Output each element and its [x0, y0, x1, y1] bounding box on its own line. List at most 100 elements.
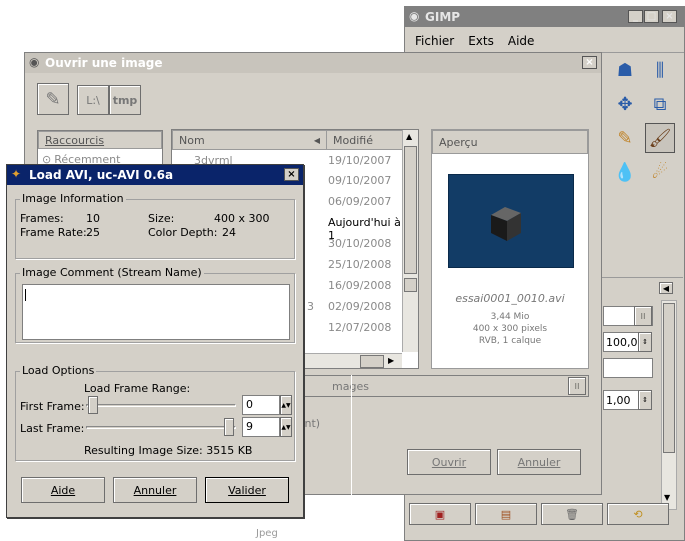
preview-header: Aperçu [432, 130, 588, 154]
last-frame-input[interactable]: 9 [242, 417, 280, 437]
menu-fichier[interactable]: Fichier [415, 34, 454, 48]
scroll-right-icon[interactable]: ▶ [388, 356, 394, 365]
open-cancel-label: Annuler [517, 455, 561, 469]
blur-tool-icon[interactable]: 💧 [610, 157, 640, 187]
row-modified: 09/10/2007 [328, 174, 392, 187]
avi-titlebar[interactable]: ✦ Load AVI, uc-AVI 0.6a × [7, 165, 303, 185]
open-dialog-titlebar[interactable]: ◉ Ouvrir une image × [25, 53, 601, 73]
scroll-up-icon[interactable]: ▲ [406, 132, 412, 141]
file-list-vthumb-bottom[interactable] [404, 278, 417, 292]
scroll-down-icon[interactable]: ▼ [664, 493, 670, 502]
measure-tool-icon[interactable]: ⫼ [645, 55, 675, 85]
comment-textarea[interactable] [22, 284, 290, 340]
first-frame-value: 0 [246, 398, 253, 411]
image-info-title: Image Information [20, 192, 126, 205]
hscroll-thumb[interactable] [360, 355, 384, 368]
row-modified: 12/07/2008 [328, 321, 392, 334]
options-scroll-thumb[interactable] [663, 303, 675, 453]
comment-title: Image Comment (Stream Name) [20, 266, 204, 279]
avi-cancel-button[interactable]: Annuler [113, 477, 197, 503]
row-modified: 25/10/2008 [328, 258, 392, 271]
close-button[interactable]: × [662, 10, 677, 23]
menu-aide[interactable]: Aide [508, 34, 535, 48]
opacity-value: 100,0 [606, 336, 638, 349]
file-list-vthumb[interactable] [404, 146, 417, 274]
open-dialog-logo-icon: ◉ [29, 55, 40, 69]
column-modified-label: Modifié [333, 133, 373, 147]
row-modified: 06/09/2007 [328, 195, 392, 208]
options-tab-arrow[interactable]: ◀ [659, 282, 673, 294]
row-name: 3 [307, 300, 314, 313]
row-modified: 02/09/2008 [328, 300, 392, 313]
pencil-tool-icon[interactable]: ✎ [610, 123, 640, 153]
brush-preview-field[interactable] [603, 358, 653, 378]
text-cursor [25, 289, 26, 301]
menu-exts[interactable]: Exts [468, 34, 494, 48]
column-name-header[interactable]: Nom ◀ [172, 130, 327, 150]
path-bar: L:\ tmp [77, 85, 141, 115]
open-dialog-title: Ouvrir une image [45, 56, 163, 70]
open-button-label: Ouvrir [431, 455, 467, 469]
move-tool-icon[interactable]: ✥ [610, 89, 640, 119]
path-button-tmp[interactable]: tmp [109, 85, 141, 115]
last-frame-label: Last Frame: [20, 422, 85, 435]
restore-options-icon[interactable]: ▤ [475, 503, 537, 525]
framerate-value: 25 [86, 226, 100, 239]
cube-render [491, 207, 521, 241]
size-value: 400 x 300 [214, 212, 270, 225]
type-location-button[interactable]: ✎ [37, 83, 69, 115]
save-options-icon[interactable]: ▣ [409, 503, 471, 525]
fuzzy-select-icon[interactable]: ☗ [610, 55, 640, 85]
avi-ok-label: Valider [228, 483, 266, 497]
open-button[interactable]: Ouvrir [407, 449, 491, 475]
column-name-label: Nom [179, 133, 205, 147]
first-frame-slider[interactable] [88, 396, 98, 414]
shortcuts-header[interactable]: Raccourcis [38, 131, 162, 149]
open-cancel-button[interactable]: Annuler [497, 449, 581, 475]
delete-options-icon[interactable]: 🗑 [541, 503, 603, 525]
image-info-group: Image Information Frames: 10 Size: 400 x… [15, 192, 295, 259]
reset-options-icon[interactable]: ⟲ [607, 503, 669, 525]
opacity-field[interactable]: 100,0 [603, 332, 639, 352]
file-list-vscrollbar[interactable]: ▲ [402, 130, 418, 352]
pane-divider [351, 375, 352, 495]
comment-group: Image Comment (Stream Name) [15, 266, 295, 343]
preview-header-label: Aperçu [439, 135, 478, 149]
tool-options-pane: ◀ ⁝⁝ 100,0 ⇕ 1,00 ⇕ ▼ [601, 277, 683, 512]
column-modified-header[interactable]: Modifié [326, 130, 404, 150]
avi-app-icon: ✦ [11, 167, 22, 181]
filter-combo-button[interactable]: ⁝⁝ [568, 377, 586, 395]
first-frame-spin[interactable]: ▲▼ [280, 395, 292, 415]
preview-mode: RVB, 1 calque [478, 336, 542, 346]
paintbrush-tool-icon[interactable]: 🖌 [645, 123, 675, 153]
background-text: Jpeg [256, 528, 278, 539]
avi-ok-button[interactable]: Valider [205, 477, 289, 503]
gimp-titlebar[interactable]: ◉ GIMP _ □ × [405, 7, 684, 27]
options-scrollbar[interactable]: ▼ [661, 300, 677, 510]
last-frame-spin[interactable]: ▲▼ [280, 417, 292, 437]
range-label: Load Frame Range: [84, 382, 191, 395]
scale-field[interactable]: 1,00 [603, 390, 639, 410]
path-button-root[interactable]: L:\ [77, 85, 109, 115]
minimize-button[interactable]: _ [628, 10, 643, 23]
scale-spin[interactable]: ⇕ [638, 390, 652, 410]
avi-cancel-label: Annuler [133, 483, 177, 497]
last-frame-slider[interactable] [224, 418, 234, 436]
load-options-group: Load Options Load Frame Range: First Fra… [15, 364, 295, 461]
avi-title: Load AVI, uc-AVI 0.6a [29, 168, 174, 182]
first-frame-input[interactable]: 0 [242, 395, 280, 415]
preview-size: 3,44 Mio [490, 312, 530, 322]
opacity-spin[interactable]: ⇕ [638, 332, 652, 352]
frames-value: 10 [86, 212, 100, 225]
maximize-button[interactable]: □ [644, 10, 659, 23]
avi-help-label: Aide [50, 483, 76, 497]
smudge-tool-icon[interactable]: ☄ [645, 157, 675, 187]
preview-thumbnail [448, 174, 574, 268]
avi-help-button[interactable]: Aide [21, 477, 105, 503]
brush-field-spin[interactable]: ⁝⁝ [634, 306, 652, 326]
framerate-label: Frame Rate: [20, 226, 87, 239]
scale-tool-icon[interactable]: ⧉ [645, 89, 675, 119]
open-dialog-close-button[interactable]: × [582, 56, 597, 69]
avi-close-button[interactable]: × [284, 168, 299, 181]
first-frame-label: First Frame: [20, 400, 85, 413]
